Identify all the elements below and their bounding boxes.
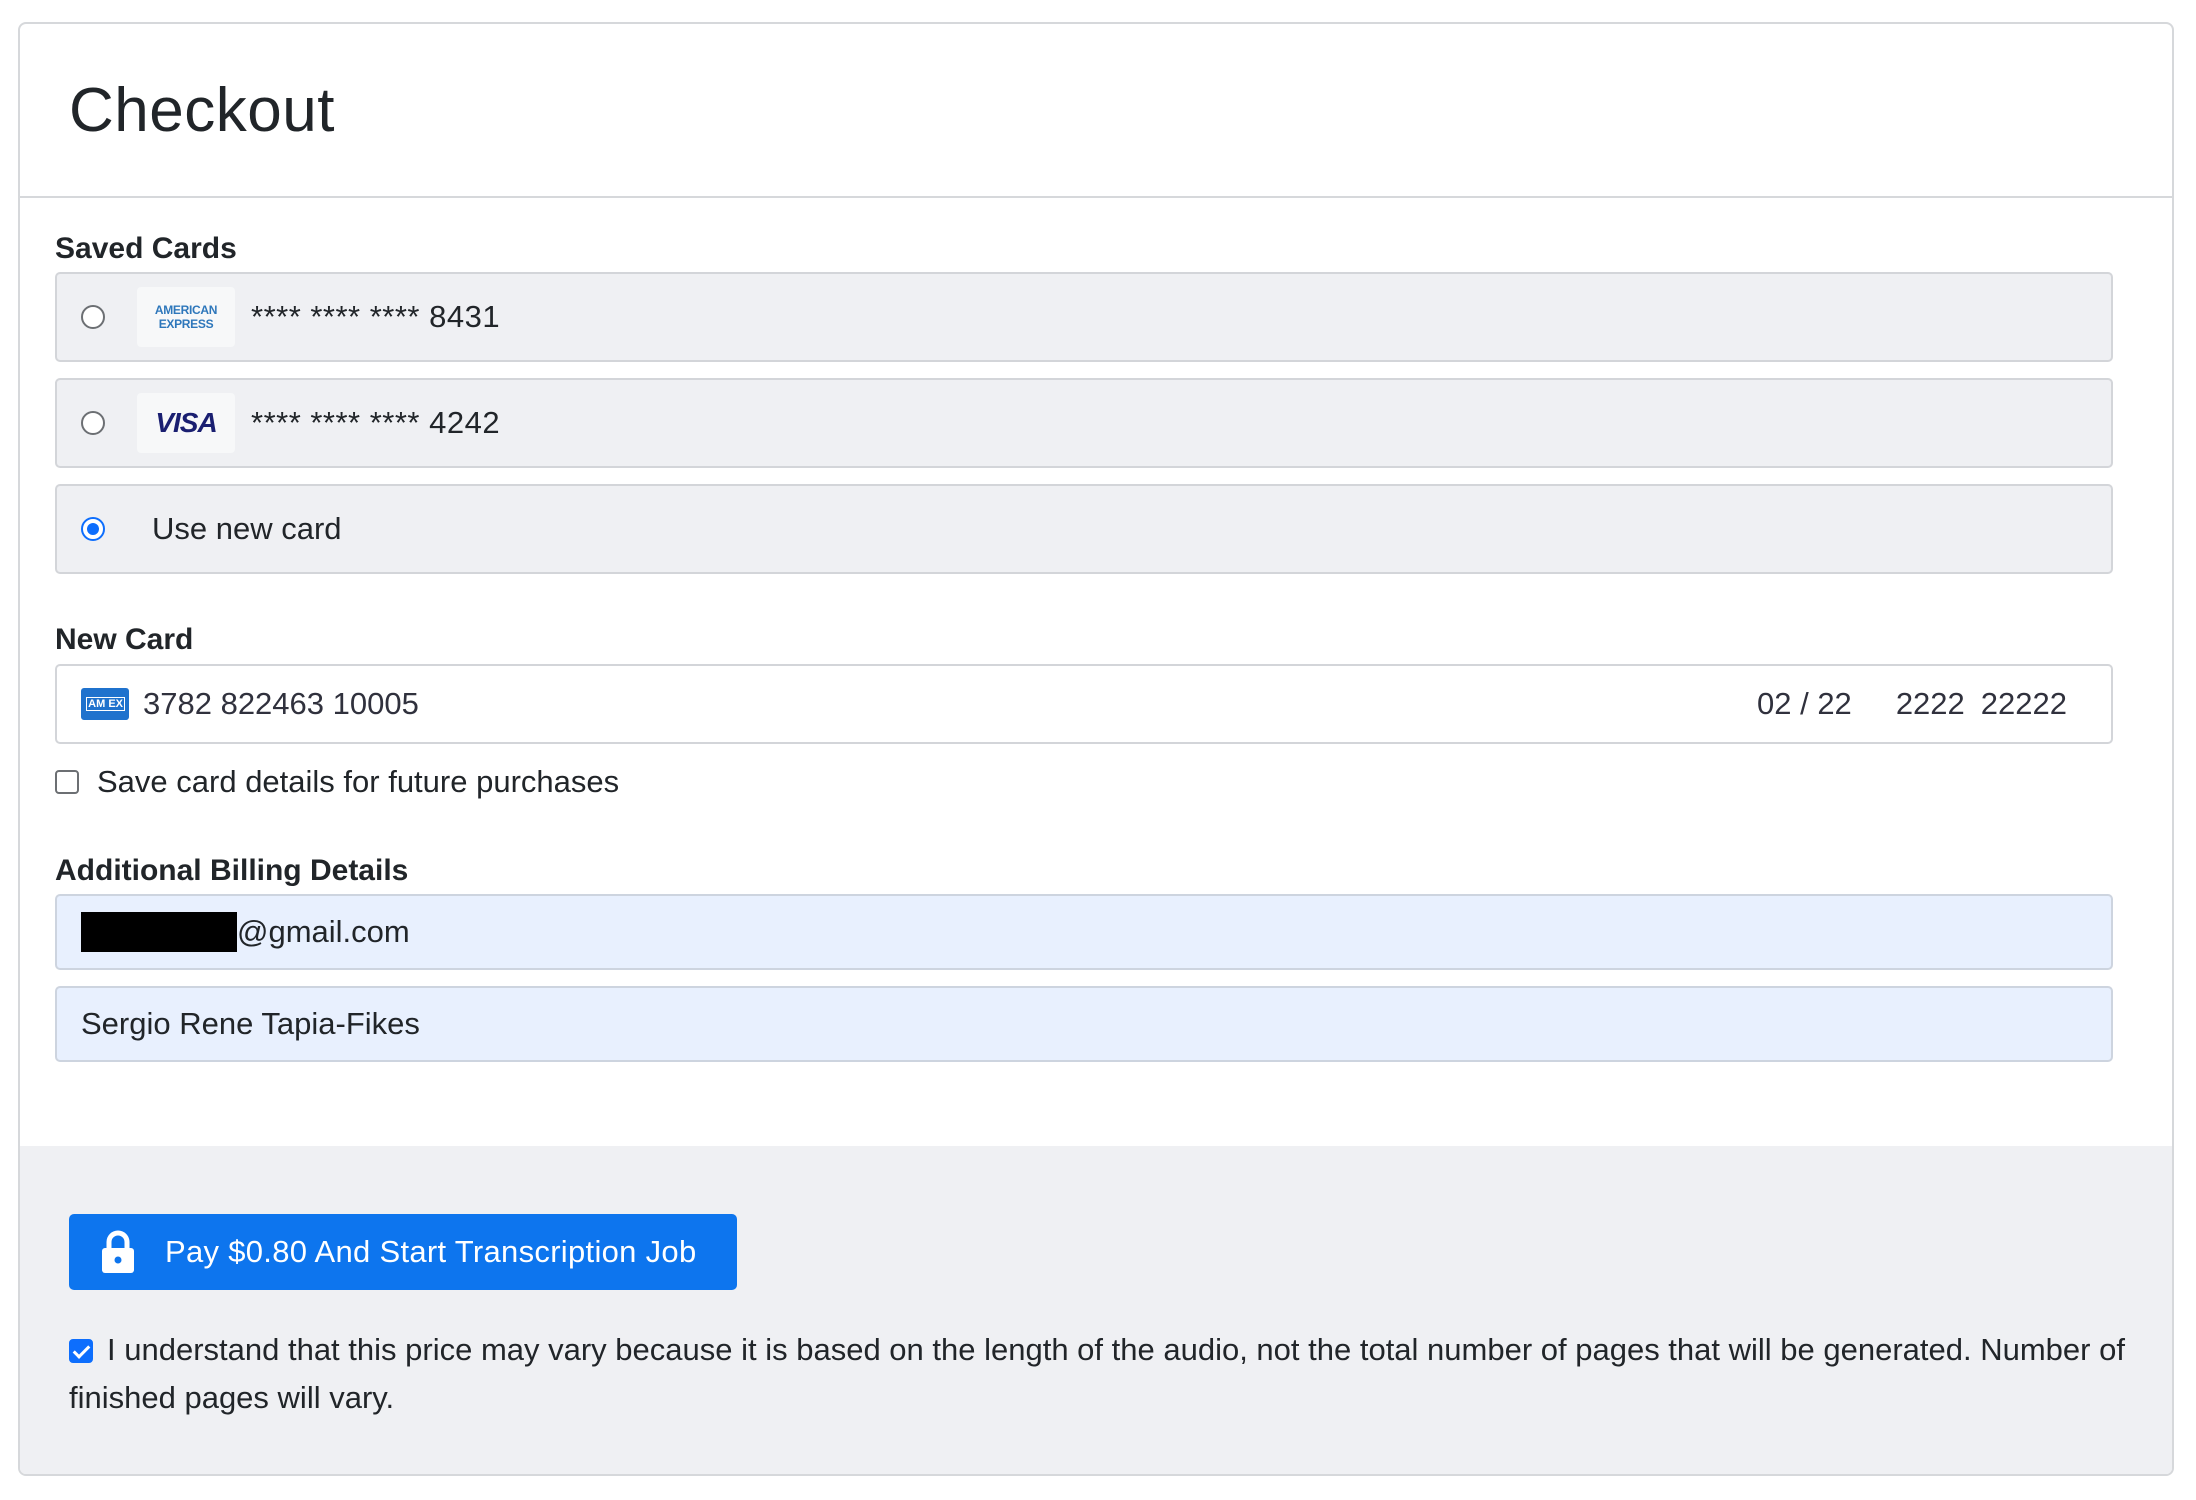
new-card-label: New Card <box>55 623 194 656</box>
saved-card-amex-mask: **** **** **** <box>251 299 420 334</box>
use-new-card-radio[interactable] <box>81 517 105 541</box>
amex-logo-line2: EXPRESS <box>158 317 214 331</box>
card-number-field[interactable]: 3782 822463 10005 <box>143 686 419 722</box>
card-details-input[interactable]: AM EX 3782 822463 10005 02 / 22 2222 222… <box>55 664 2113 744</box>
saved-card-amex-number: **** **** **** 8431 <box>251 299 500 335</box>
use-new-card-option[interactable]: Use new card <box>55 484 2113 574</box>
amex-card-brand-icon: AM EX <box>81 688 129 720</box>
checkout-body: Saved Cards AMERICAN EXPRESS **** **** *… <box>20 198 2172 1146</box>
name-field[interactable]: Sergio Rene Tapia-Fikes <box>55 986 2113 1062</box>
save-card-row[interactable]: Save card details for future purchases <box>55 764 619 800</box>
amex-logo-line1: AMERICAN <box>154 303 218 317</box>
visa-logo-text: VISA <box>155 407 217 438</box>
email-suffix: @gmail.com <box>237 914 410 949</box>
email-field[interactable]: @gmail.com <box>55 894 2113 970</box>
pay-button-label: Pay $0.80 And Start Transcription Job <box>165 1234 697 1269</box>
saved-card-visa-radio[interactable] <box>81 411 105 435</box>
checkout-header: Checkout <box>20 24 2172 198</box>
lock-icon <box>102 1230 134 1273</box>
saved-card-visa-last4: 4242 <box>429 405 501 440</box>
page-title: Checkout <box>69 75 335 145</box>
card-expiry-field[interactable]: 02 / 22 <box>1757 686 1852 722</box>
saved-card-amex[interactable]: AMERICAN EXPRESS **** **** **** 8431 <box>55 272 2113 362</box>
visa-logo-icon: VISA <box>137 393 235 453</box>
amex-logo-icon: AMERICAN EXPRESS <box>137 287 235 347</box>
saved-card-amex-radio[interactable] <box>81 305 105 329</box>
card-cvc-field[interactable]: 2222 <box>1896 686 1965 722</box>
checkout-card: Checkout Saved Cards AMERICAN EXPRESS **… <box>18 22 2174 1476</box>
save-card-label: Save card details for future purchases <box>97 764 620 799</box>
saved-cards-label: Saved Cards <box>55 232 237 265</box>
amex-chip-text: AM EX <box>86 697 125 711</box>
saved-card-visa[interactable]: VISA **** **** **** 4242 <box>55 378 2113 468</box>
save-card-checkbox[interactable] <box>55 770 79 794</box>
checkout-footer: Pay $0.80 And Start Transcription Job I … <box>20 1146 2172 1474</box>
card-postal-field[interactable]: 22222 <box>1981 686 2067 722</box>
saved-card-visa-number: **** **** **** 4242 <box>251 405 500 441</box>
saved-card-visa-mask: **** **** **** <box>251 405 420 440</box>
use-new-card-label: Use new card <box>152 511 342 546</box>
price-agreement-text: I understand that this price may vary be… <box>69 1332 2125 1415</box>
pay-button[interactable]: Pay $0.80 And Start Transcription Job <box>69 1214 737 1290</box>
price-agreement-checkbox[interactable] <box>69 1339 93 1363</box>
billing-label: Additional Billing Details <box>55 854 409 887</box>
redacted-email-username <box>81 912 237 952</box>
price-agreement: I understand that this price may vary be… <box>69 1326 2139 1422</box>
saved-card-amex-last4: 8431 <box>429 299 501 334</box>
